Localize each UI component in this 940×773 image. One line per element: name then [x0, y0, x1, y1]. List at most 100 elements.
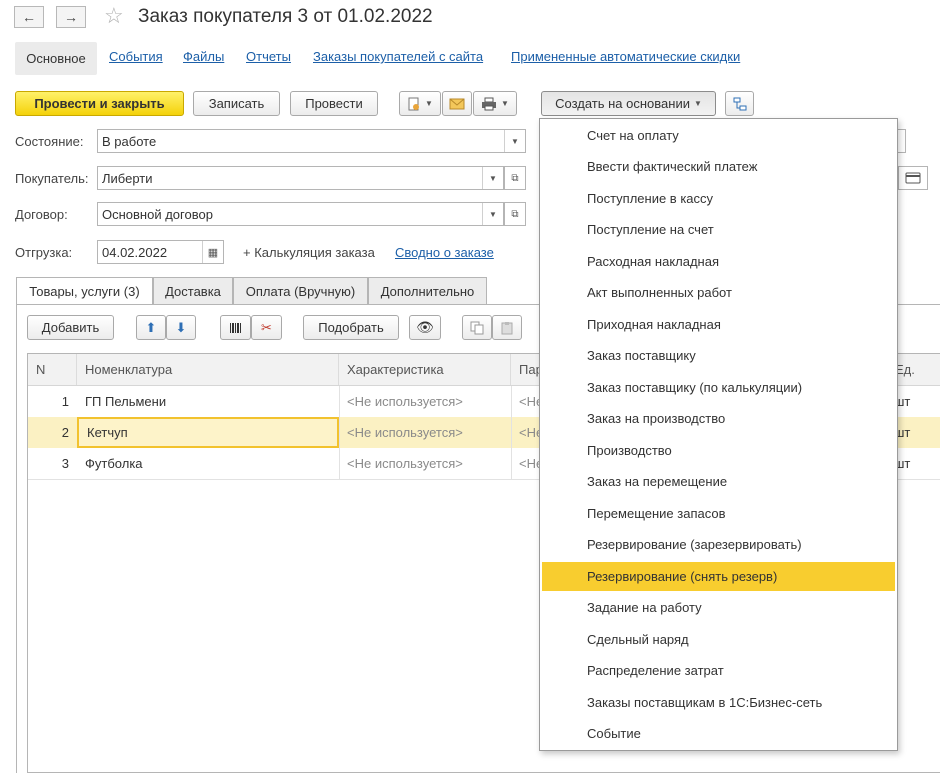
column-number[interactable]: N — [28, 354, 77, 385]
row-item[interactable]: ГП Пельмени — [77, 386, 339, 417]
chevron-down-icon: ▼ — [425, 99, 433, 108]
chevron-down-icon[interactable]: ▼ — [482, 167, 503, 189]
menu-item-highlighted[interactable]: Резервирование (снять резерв) — [542, 562, 895, 591]
hierarchy-icon — [733, 97, 746, 110]
tab-delivery[interactable]: Доставка — [153, 277, 233, 304]
forward-button[interactable]: → — [56, 6, 86, 28]
calendar-icon[interactable]: ▦ — [202, 241, 223, 263]
structure-button[interactable] — [725, 91, 754, 116]
arrow-up-icon: ⬆ — [145, 319, 157, 335]
menu-item[interactable]: Перемещение запасов — [542, 499, 895, 528]
open-contract-button[interactable]: ⧉ — [504, 202, 526, 226]
scissors-icon: ✂ — [261, 319, 272, 335]
menu-item[interactable]: Поступление в кассу — [542, 184, 895, 213]
order-summary-link[interactable]: Сводно о заказе — [395, 245, 494, 260]
menu-item[interactable]: Резервирование (зарезервировать) — [542, 530, 895, 559]
email-button[interactable] — [442, 91, 472, 116]
contract-value: Основной договор — [102, 206, 213, 222]
menu-item[interactable]: Событие — [542, 719, 895, 748]
customer-field[interactable]: Либерти ▼ — [97, 166, 504, 190]
scissors-button[interactable]: ✂ — [251, 315, 282, 340]
save-button[interactable]: Записать — [193, 91, 280, 116]
tab-files[interactable]: Файлы — [183, 49, 224, 64]
customer-value: Либерти — [102, 170, 153, 186]
generate-menu-button[interactable]: ▼ — [399, 91, 441, 116]
create-based-on-menu[interactable]: Счет на оплату Ввести фактический платеж… — [539, 118, 898, 751]
tab-events[interactable]: События — [109, 49, 163, 64]
tab-site-orders[interactable]: Заказы покупателей с сайта — [313, 49, 483, 64]
row-characteristic[interactable]: <Не используется> — [339, 386, 511, 417]
menu-item[interactable]: Производство — [542, 436, 895, 465]
pick-button[interactable]: Подобрать — [303, 315, 399, 340]
menu-item[interactable]: Заказ на перемещение — [542, 467, 895, 496]
menu-item[interactable]: Поступление на счет — [542, 215, 895, 244]
view-button[interactable]: 👁 — [409, 315, 441, 340]
menu-item[interactable]: Заказ на производство — [542, 404, 895, 433]
tab-main[interactable]: Основное — [15, 42, 97, 75]
barcode-button[interactable] — [220, 315, 251, 340]
menu-item[interactable]: Ввести фактический платеж — [542, 152, 895, 181]
arrow-down-icon: ⬇ — [175, 319, 187, 335]
column-characteristic[interactable]: Характеристика — [339, 354, 511, 385]
tab-reports[interactable]: Отчеты — [246, 49, 291, 64]
add-button[interactable]: Добавить — [27, 315, 114, 340]
tab-auto-discounts[interactable]: Примененные автоматические скидки — [511, 49, 740, 64]
clipboard-icon — [501, 321, 513, 334]
row-number: 2 — [61, 425, 69, 440]
menu-item[interactable]: Приходная накладная — [542, 310, 895, 339]
customer-label: Покупатель: — [15, 171, 89, 186]
print-menu-button[interactable]: ▼ — [473, 91, 517, 116]
row-characteristic[interactable]: <Не используется> — [339, 448, 511, 479]
row-number: 1 — [61, 394, 69, 409]
menu-item[interactable]: Заказ поставщику — [542, 341, 895, 370]
row-item[interactable]: Футболка — [77, 448, 339, 479]
state-label: Состояние: — [15, 134, 84, 149]
create-based-on-button[interactable]: Создать на основании ▼ — [541, 91, 716, 116]
menu-item[interactable]: Акт выполненных работ — [542, 278, 895, 307]
row-characteristic[interactable]: <Не используется> — [339, 417, 511, 448]
arrow-right-icon: → — [64, 9, 78, 25]
open-customer-button[interactable]: ⧉ — [504, 166, 526, 190]
post-button[interactable]: Провести — [290, 91, 378, 116]
shipment-label: Отгрузка: — [15, 245, 73, 260]
menu-item[interactable]: Сдельный наряд — [542, 625, 895, 654]
barcode-icon — [229, 322, 241, 333]
chevron-down-icon[interactable]: ▼ — [504, 130, 525, 152]
row-number: 3 — [61, 456, 69, 471]
menu-item[interactable]: Распределение затрат — [542, 656, 895, 685]
post-and-close-button[interactable]: Провести и закрыть — [15, 91, 184, 116]
copy-button[interactable] — [462, 315, 492, 340]
back-button[interactable]: ← — [14, 6, 44, 28]
contract-field[interactable]: Основной договор ▼ — [97, 202, 504, 226]
paste-button[interactable] — [492, 315, 522, 340]
eye-icon: 👁 — [416, 319, 434, 335]
chevron-down-icon[interactable]: ▼ — [482, 203, 503, 225]
contract-label: Договор: — [15, 207, 68, 222]
menu-item[interactable]: Задание на работу — [542, 593, 895, 622]
tab-payment[interactable]: Оплата (Вручную) — [233, 277, 368, 304]
tab-goods-services[interactable]: Товары, услуги (3) — [16, 277, 153, 305]
shipment-date-field[interactable]: 04.02.2022 ▦ — [97, 240, 224, 264]
menu-item[interactable]: Расходная накладная — [542, 247, 895, 276]
shipment-date-value: 04.02.2022 — [102, 244, 168, 260]
payment-card-button[interactable] — [898, 166, 928, 190]
window-title: Заказ покупателя 3 от 01.02.2022 — [138, 6, 433, 27]
row-item[interactable]: Кетчуп — [77, 417, 339, 448]
state-field[interactable]: В работе ▼ — [97, 129, 526, 153]
star-icon[interactable]: ☆ — [104, 4, 124, 28]
state-value: В работе — [102, 133, 157, 149]
open-link-icon: ⧉ — [511, 208, 519, 220]
calculation-link[interactable]: + Калькуляция заказа — [243, 245, 375, 260]
menu-item[interactable]: Счет на оплату — [542, 121, 895, 150]
chevron-down-icon: ▼ — [501, 99, 509, 108]
move-down-button[interactable]: ⬇ — [166, 315, 196, 340]
move-up-button[interactable]: ⬆ — [136, 315, 166, 340]
printer-icon — [482, 97, 497, 110]
document-gear-icon — [408, 97, 420, 110]
column-item[interactable]: Номенклатура — [77, 354, 339, 385]
copy-icon — [470, 321, 484, 334]
tab-additional[interactable]: Дополнительно — [368, 277, 487, 304]
column-divider — [339, 386, 340, 479]
menu-item[interactable]: Заказ поставщику (по калькуляции) — [542, 373, 895, 402]
menu-item[interactable]: Заказы поставщикам в 1С:Бизнес-сеть — [542, 688, 895, 717]
